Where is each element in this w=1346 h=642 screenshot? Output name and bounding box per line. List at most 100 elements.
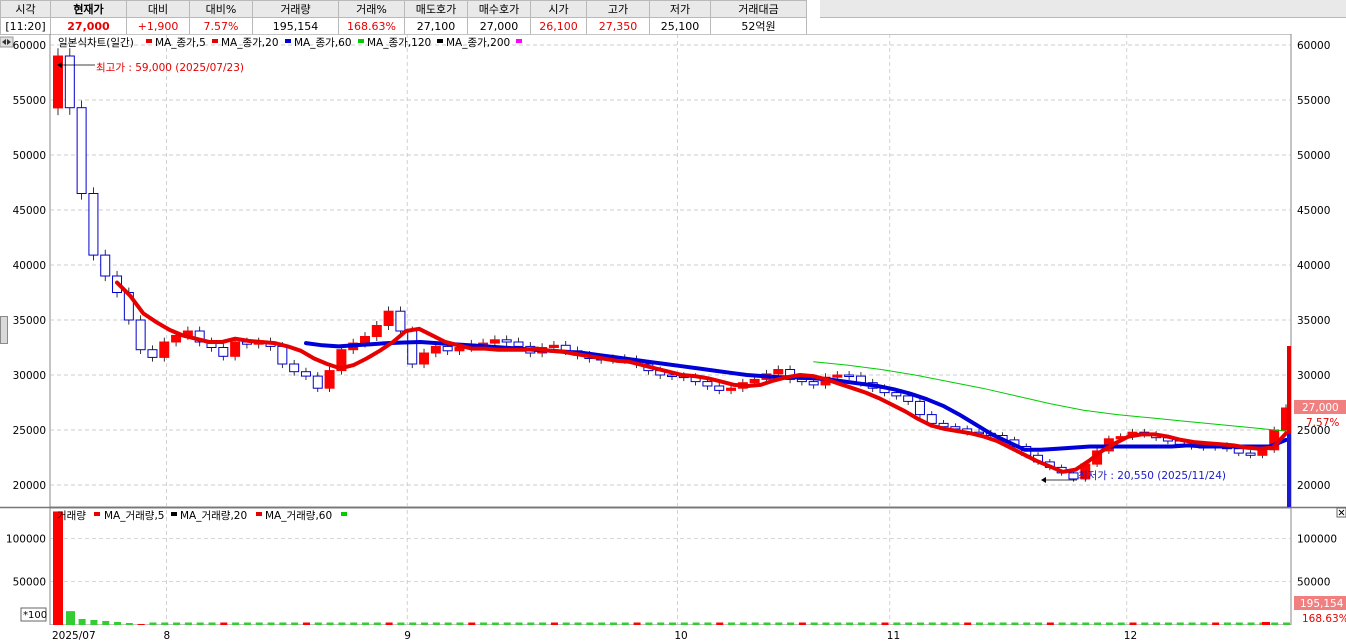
x-tick: 10	[674, 630, 687, 642]
volume-bar	[527, 622, 535, 625]
volume-bar	[432, 622, 440, 625]
x-tick: 8	[164, 630, 171, 642]
volume-bar	[137, 624, 145, 625]
quote-header-row: 시각 현재가 대비 대비% 거래량 거래% 매도호가 매수호가 시가 고가 저가…	[0, 0, 807, 18]
volume-bar	[279, 622, 287, 625]
volume-bar	[987, 622, 995, 625]
volume-bar	[586, 622, 594, 625]
candle-body	[714, 385, 725, 391]
volume-bar	[1070, 622, 1078, 625]
volume-bar	[550, 622, 558, 625]
quote-header-low: 저가	[649, 0, 711, 18]
volume-bar	[232, 622, 240, 625]
quote-time: [11:20]	[0, 17, 51, 35]
volume-bar	[916, 622, 924, 625]
volume-pct-tag: 168.63%	[1302, 613, 1346, 625]
volume-bar	[1200, 622, 1208, 625]
legend-ma120: MA_종가,120	[367, 37, 431, 49]
volume-bar	[869, 622, 877, 625]
volume-bar	[940, 622, 948, 625]
candle-body	[395, 310, 406, 332]
candle-body	[1068, 472, 1079, 480]
volume-bar	[609, 622, 617, 625]
candle-body	[147, 349, 158, 358]
left-side-tab[interactable]	[0, 316, 8, 344]
y-tick-right: 40000	[1297, 260, 1330, 272]
volume-bar	[1105, 622, 1113, 625]
volume-bar	[184, 622, 192, 625]
y-tick-left: 40000	[13, 260, 46, 272]
volume-bar	[893, 622, 901, 625]
candle-body	[726, 387, 737, 391]
candle-body	[312, 375, 323, 389]
quote-header-open: 시가	[530, 0, 587, 18]
x-tick: 11	[887, 630, 900, 642]
price-legend-title: 일본식차트(일간)	[58, 36, 134, 49]
volume-bar	[480, 622, 488, 625]
volume-bar	[161, 622, 169, 625]
volume-bar	[515, 622, 523, 625]
quote-high: 27,350	[586, 17, 650, 35]
y-axis-right: 6000055000500004500040000350003000025000…	[1297, 40, 1337, 589]
volume-bar	[196, 622, 204, 625]
price-range-marker-low	[1287, 434, 1291, 507]
legend-vol-ma60-swatch	[341, 512, 347, 516]
candle-body	[371, 325, 382, 337]
x-axis-bar	[0, 625, 1346, 642]
y-tick-left: 50000	[13, 150, 46, 162]
y-tick-left: 55000	[13, 95, 46, 107]
quote-bid: 27,000	[467, 17, 531, 35]
vol-tick-right: 50000	[1297, 577, 1330, 589]
volume-panel-close-icon[interactable]	[1336, 507, 1346, 518]
scroll-arrows-icon[interactable]	[0, 36, 14, 48]
volume-bar	[657, 622, 665, 625]
volume-tag: 195,154	[1300, 598, 1344, 610]
quote-header-time: 시각	[0, 0, 51, 18]
volume-bar	[763, 622, 771, 625]
volume-bar	[90, 620, 98, 625]
stock-chart[interactable]: 60000 55000 50000 45000 40000 35000 30000 25000…	[0, 34, 1346, 642]
volume-bar	[633, 622, 641, 625]
volume-bar	[66, 611, 75, 625]
candle-body	[501, 339, 512, 343]
volume-bar	[255, 622, 263, 625]
volume-bar	[491, 622, 499, 625]
volume-bar	[53, 511, 63, 625]
y-tick-left: 35000	[13, 315, 46, 327]
candle-body	[832, 374, 843, 378]
legend-ma5: MA_종가,5	[155, 37, 206, 49]
volume-bar	[574, 622, 582, 625]
legend-ma200-swatch	[437, 39, 443, 43]
volume-bar	[350, 622, 358, 625]
legend-ma60-swatch	[285, 39, 291, 43]
current-pct-tag: 7.57%	[1306, 417, 1339, 429]
quote-header-volume-pct: 거래%	[338, 0, 405, 18]
volume-bar	[314, 622, 322, 625]
candle-body	[100, 254, 111, 277]
volume-bar	[102, 621, 110, 625]
candle-body	[360, 336, 370, 344]
quote-volume: 195,154	[252, 17, 339, 35]
price-panel-frame	[49, 34, 1292, 508]
quote-low: 25,100	[649, 17, 711, 35]
candle-body	[159, 341, 170, 358]
volume-bar	[680, 622, 688, 625]
vol-tick-left: 100000	[6, 533, 46, 545]
quote-value-row: [11:20] 27,000 +1,900 7.57% 195,154 168.…	[0, 17, 807, 35]
current-price-tag: 27,000	[1302, 402, 1339, 414]
legend-ma20: MA_종가,20	[221, 37, 279, 49]
candle-body	[808, 381, 819, 386]
volume-bar	[267, 622, 275, 625]
volume-bar	[1082, 622, 1090, 625]
volume-bar	[149, 622, 157, 625]
candle-body	[289, 363, 300, 373]
volume-bar	[373, 622, 381, 625]
volume-bar	[1141, 622, 1149, 625]
volume-bar	[385, 622, 393, 625]
candle-body	[300, 371, 311, 377]
volume-bar	[1117, 622, 1125, 625]
volume-bar	[444, 622, 452, 625]
volume-bar	[1262, 622, 1270, 625]
quote-header-high: 고가	[586, 0, 650, 18]
candle-body	[324, 370, 335, 389]
